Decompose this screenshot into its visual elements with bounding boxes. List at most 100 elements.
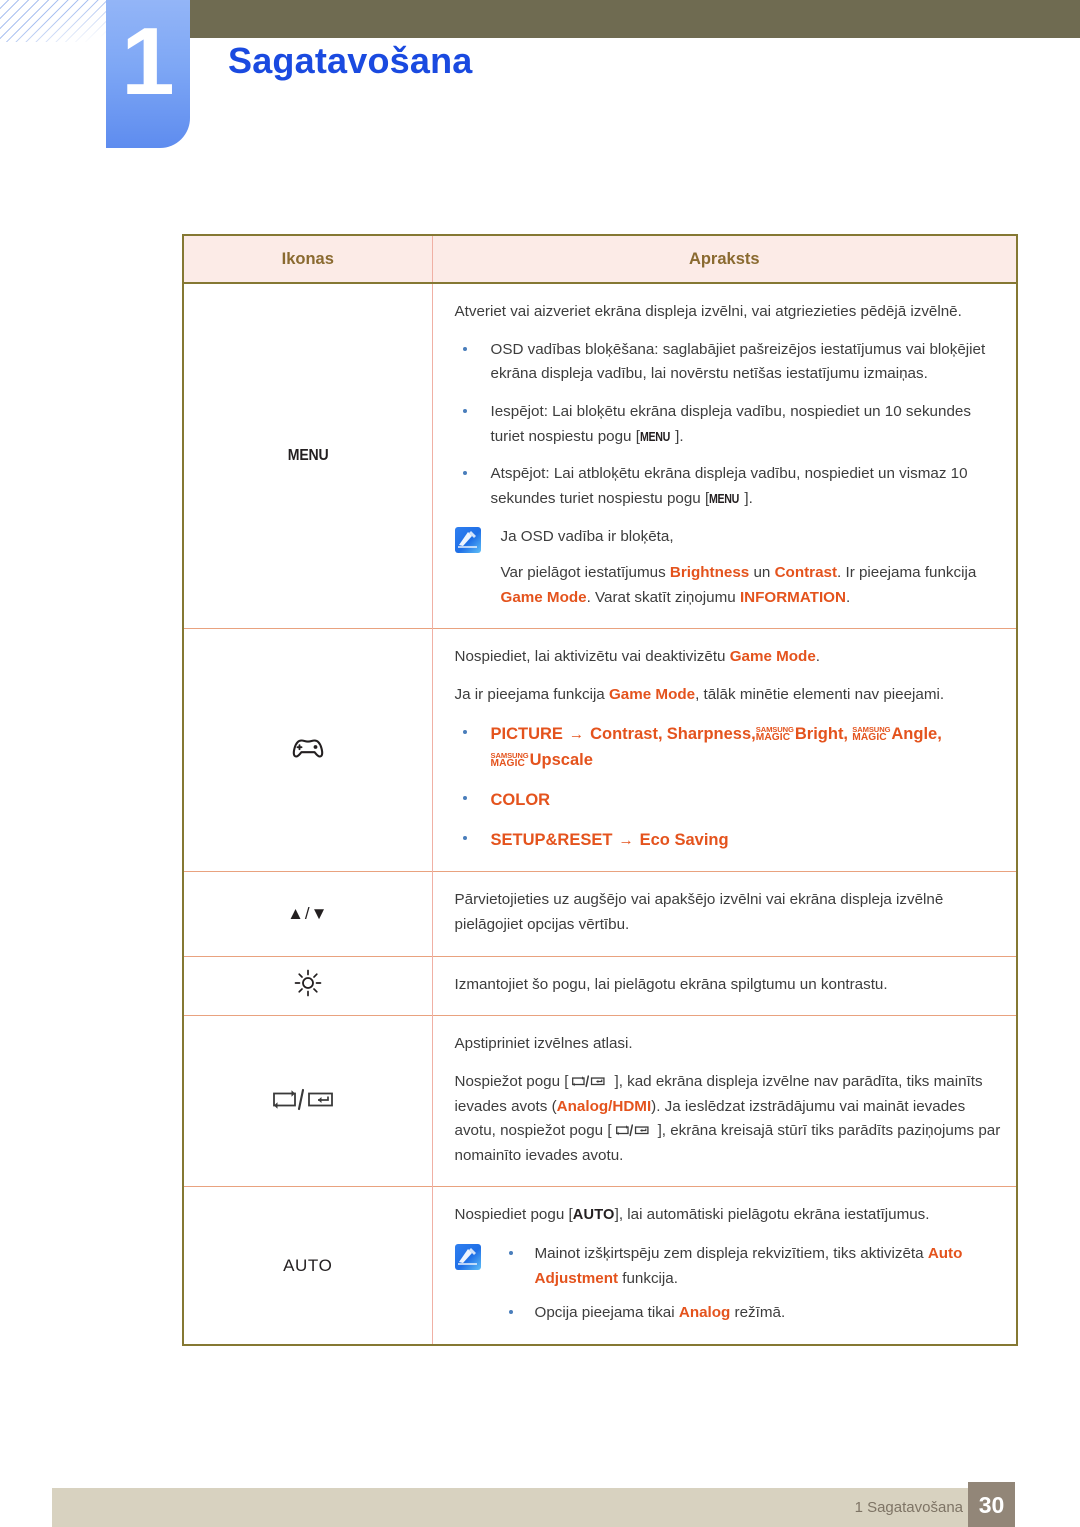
menu-keycap-2: MENU <box>709 491 740 506</box>
table-header-row: Ikonas Apraksts <box>184 236 1016 284</box>
gamepad-icon <box>289 739 327 765</box>
menu-upscale: Upscale <box>529 751 593 770</box>
note-pen-icon <box>454 527 481 558</box>
menu-bullet-2-pre: Iespējot: Lai bloķētu ekrāna displeja va… <box>490 402 971 445</box>
icons-description-table: Ikonas Apraksts MENU Atveriet vai aizver… <box>182 234 1018 1346</box>
menu-label-text: MENU <box>287 447 329 465</box>
note-pen-icon <box>454 1244 481 1275</box>
auto-note-bullet-1: Mainot izšķirtspēju zem displeja rekvizī… <box>501 1242 1003 1291</box>
menu-description-cell: Atveriet vai aizveriet ekrāna displeja i… <box>432 283 1016 629</box>
arrow-icon: → <box>618 831 634 849</box>
gamemode-paragraph-1: Nospiediet, lai aktivizētu vai deaktiviz… <box>455 645 1003 670</box>
gm-p1a: Nospiediet, lai aktivizētu vai deaktiviz… <box>454 648 730 666</box>
menu-angle: Angle, <box>891 724 942 743</box>
note-l2c: un <box>749 564 775 581</box>
menu-setup-reset: SETUP&RESET <box>490 830 613 849</box>
auto-keycap: AUTO <box>572 1207 615 1224</box>
chapter-tab: 1 <box>106 0 190 148</box>
menu-bullet-3-post: ]. <box>744 489 753 507</box>
up-down-arrows-icon: ▲/▼ <box>287 904 329 923</box>
note-gamemode: Game Mode <box>500 588 587 606</box>
brightness-description-cell: Izmantojiet šo pogu, lai pielāgotu ekrān… <box>432 955 1016 1016</box>
table-row: ▲/▼ Pārvietojieties uz augšējo vai apakš… <box>184 871 1016 957</box>
source-enter-inline-icon-2 <box>612 1122 658 1139</box>
note-contrast: Contrast <box>774 564 838 581</box>
menu-sharpness: Sharpness, <box>666 724 756 743</box>
column-header-icons: Ikonas <box>184 236 433 284</box>
header-band <box>190 0 1080 38</box>
menu-button-label: MENU <box>184 283 433 629</box>
source-description-cell: Apstipriniet izvēlnes atlasi. Nospiežot … <box>432 1015 1016 1187</box>
gamemode-bullet-color: COLOR <box>455 787 1003 814</box>
arrow-icon: → <box>568 725 585 743</box>
gm-p2c: , tālāk minētie elementi nav pieejami. <box>695 685 945 703</box>
samsung-magic-logo-3: SAMSUNG MAGIC <box>490 751 529 770</box>
updown-text: Pārvietojieties uz augšējo vai apakšējo … <box>454 891 944 933</box>
page-number: 30 <box>978 1492 1005 1518</box>
auto-paragraph-1: Nospiediet pogu [AUTO], lai automātiski … <box>455 1203 1003 1228</box>
menu-picture: PICTURE <box>490 724 563 743</box>
src-p2a: Nospiežot pogu [ <box>454 1072 569 1090</box>
menu-color: COLOR <box>490 790 551 809</box>
menu-paragraph-1: Atveriet vai aizveriet ekrāna displeja i… <box>454 303 962 320</box>
source-paragraph-1: Apstipriniet izvēlnes atlasi. <box>454 1035 633 1053</box>
auto-button-cell: AUTO <box>184 1186 433 1344</box>
gm-gamemode-2: Game Mode <box>608 685 696 703</box>
menu-keycap-1: MENU <box>639 429 670 444</box>
auto-nb2a: Opcija pieejama tikai <box>534 1304 679 1322</box>
source-enter-icon-cell <box>184 1015 433 1187</box>
source-enter-icon <box>271 1088 345 1116</box>
gamemode-description-cell: Nospiediet, lai aktivizētu vai deaktiviz… <box>432 628 1016 872</box>
menu-bullet-2-post: ]. <box>675 427 684 445</box>
auto-p1b: ], lai automātiski pielāgotu ekrāna iest… <box>614 1206 930 1224</box>
gamepad-icon-cell <box>184 628 433 872</box>
auto-p1a: Nospiediet pogu [ <box>454 1206 573 1224</box>
hatched-decoration <box>0 0 106 42</box>
footer-chapter-label: 1 Sagatavošana <box>854 1499 963 1516</box>
table-row: Izmantojiet šo pogu, lai pielāgotu ekrān… <box>184 955 1016 1016</box>
gamemode-paragraph-2: Ja ir pieejama funkcija Game Mode, tālāk… <box>455 683 1003 708</box>
auto-label-text: AUTO <box>283 1255 333 1275</box>
table-row: AUTO Nospiediet pogu [AUTO], lai automāt… <box>184 1186 1016 1344</box>
note-information: INFORMATION <box>739 588 846 606</box>
gm-gamemode-1: Game Mode <box>729 648 816 666</box>
source-enter-inline-icon-1 <box>568 1073 614 1090</box>
note-brightness: Brightness <box>669 564 750 581</box>
gamemode-bullet-picture: PICTURE → Contrast, Sharpness, SAMSUNG MAGIC… <box>455 721 1003 774</box>
note-line-1: Ja OSD vadība ir bloķēta, <box>500 528 674 546</box>
auto-nb2c: režīmā. <box>730 1304 786 1322</box>
menu-contrast: Contrast, <box>590 724 663 743</box>
menu-bullet-2: Iespējot: Lai bloķētu ekrāna displeja va… <box>455 400 1003 449</box>
note-line-2: Var pielāgot iestatījumus Brightness un … <box>501 561 1003 610</box>
gm-p2a: Ja ir pieejama funkcija <box>454 685 609 703</box>
menu-bullet-1: OSD vadības bloķēšana: saglabājiet pašre… <box>455 338 1003 387</box>
note-l2g: . Varat skatīt ziņojumu <box>586 588 740 606</box>
column-header-description: Apraksts <box>432 236 1016 284</box>
source-paragraph-2: Nospiežot pogu [], kad ekrāna displeja i… <box>455 1070 1003 1169</box>
auto-analog: Analog <box>678 1304 731 1322</box>
auto-nb1a: Mainot izšķirtspēju zem displeja rekvizī… <box>534 1245 928 1263</box>
brightness-text: Izmantojiet šo pogu, lai pielāgotu ekrān… <box>454 975 888 993</box>
table-row: Apstipriniet izvēlnes atlasi. Nospiežot … <box>184 1015 1016 1187</box>
src-hdmi: HDMI <box>612 1097 652 1115</box>
auto-description-cell: Nospiediet pogu [AUTO], lai automātiski … <box>432 1186 1016 1344</box>
brightness-icon-cell <box>184 955 433 1016</box>
note-block: Mainot izšķirtspēju zem displeja rekvizī… <box>454 1242 1003 1326</box>
samsung-magic-logo-2: SAMSUNG MAGIC <box>852 724 891 743</box>
note-l2e: . Ir pieejama funkcija <box>837 564 977 581</box>
note-l2a: Var pielāgot iestatījumus <box>500 564 670 581</box>
samsung-magic-logo-1: SAMSUNG MAGIC <box>755 724 794 743</box>
table-row: Nospiediet, lai aktivizētu vai deaktiviz… <box>184 628 1016 872</box>
auto-nb1c: funkcija. <box>618 1269 678 1287</box>
auto-note-bullet-2: Opcija pieejama tikai Analog režīmā. <box>501 1301 1003 1326</box>
brightness-sun-icon <box>293 970 323 1002</box>
note-block: Ja OSD vadība ir bloķēta, Var pielāgot i… <box>454 525 1003 610</box>
menu-bright: Bright, <box>794 724 849 743</box>
src-analog: Analog <box>556 1097 609 1115</box>
page-title: Sagatavošana <box>228 40 473 81</box>
gm-p1c: . <box>815 648 821 666</box>
updown-description-cell: Pārvietojieties uz augšējo vai apakšējo … <box>432 871 1016 957</box>
up-down-arrows-cell: ▲/▼ <box>184 871 433 957</box>
chapter-number: 1 <box>121 8 175 115</box>
menu-eco-saving: Eco Saving <box>639 830 729 849</box>
